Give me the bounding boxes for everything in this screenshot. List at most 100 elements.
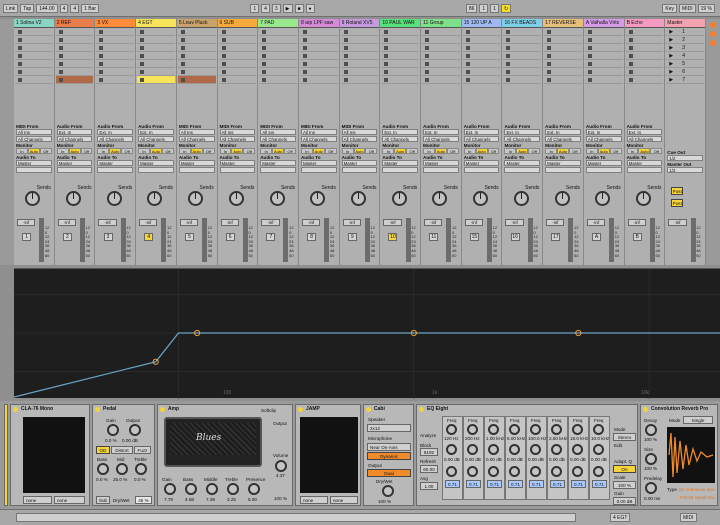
audio-to-channel[interactable] — [545, 167, 581, 173]
device-title[interactable]: Pedal — [93, 405, 154, 414]
audio-to-select[interactable]: Master — [626, 160, 663, 166]
clip-slot[interactable] — [137, 52, 175, 60]
clip-slot[interactable] — [177, 52, 216, 60]
monitor-auto-button[interactable]: Auto — [68, 148, 81, 154]
signature-denominator[interactable]: 4 — [70, 3, 80, 13]
monitor-off-button[interactable]: Off — [39, 148, 52, 154]
track-activator-button[interactable]: 17 — [551, 233, 561, 241]
eq-avg-field[interactable]: 1.00 — [420, 482, 438, 490]
input-type-select[interactable]: Ext. In — [463, 129, 500, 135]
clip-slot[interactable] — [462, 44, 501, 52]
audio-to-select[interactable]: Master — [219, 160, 256, 166]
clip-slot[interactable] — [259, 68, 297, 76]
eq-band-q-value[interactable]: 0.71 — [592, 480, 607, 488]
input-type-select[interactable]: Ext. In — [504, 129, 541, 135]
track-activator-button[interactable]: 3 — [103, 233, 113, 241]
send-a-knob[interactable] — [513, 191, 529, 206]
audio-to-channel[interactable] — [423, 167, 459, 173]
volume-field[interactable]: -inf — [301, 219, 321, 226]
audio-to-select[interactable]: Master — [56, 160, 93, 166]
clip-slot[interactable] — [462, 28, 501, 36]
amp-knob[interactable] — [248, 483, 260, 495]
eq-refresh-field[interactable]: 60.00 — [420, 465, 438, 473]
audio-to-select[interactable]: Master — [341, 160, 378, 166]
clip-slot[interactable] — [544, 28, 582, 36]
eq-band-q-knob[interactable] — [572, 466, 583, 477]
pedal-treble-knob[interactable] — [135, 463, 147, 475]
clip-slot[interactable] — [462, 36, 501, 44]
input-type-select[interactable]: Ext. In — [545, 129, 581, 135]
audio-to-select[interactable]: Master — [260, 160, 296, 166]
eq-band-freq-knob[interactable] — [593, 424, 604, 435]
cab-drywet-knob[interactable] — [382, 485, 394, 497]
cab-dynamic-button[interactable]: Dynamic — [367, 452, 411, 460]
clip-slot[interactable] — [625, 76, 664, 84]
audio-to-channel[interactable] — [260, 167, 296, 173]
signature-numerator[interactable]: 4 — [59, 3, 69, 13]
clip-slot[interactable] — [503, 44, 542, 52]
audio-to-select[interactable]: Master — [504, 160, 541, 166]
clip-slot[interactable] — [462, 68, 501, 76]
clip-slot[interactable] — [544, 76, 582, 84]
input-type-select[interactable]: All Ins — [178, 129, 215, 135]
clip-slot[interactable] — [422, 44, 460, 52]
loop-sixteenth-field[interactable]: 1 — [490, 3, 499, 13]
input-channel-select[interactable]: All Channels — [260, 136, 296, 142]
eq-band-q-knob[interactable] — [467, 466, 478, 477]
monitor-in-button[interactable]: In — [97, 148, 110, 154]
clip-slot[interactable] — [422, 68, 460, 76]
jamp-select-2[interactable]: none — [330, 496, 358, 504]
clip-slot[interactable] — [503, 68, 542, 76]
scene-launch[interactable]: ▶ 7 — [666, 76, 704, 84]
audio-to-select[interactable]: Master — [545, 160, 581, 166]
track-activator-button[interactable]: 7 — [266, 233, 276, 241]
scene-launch[interactable]: ▶ 5 — [666, 60, 704, 68]
audio-to-channel[interactable] — [382, 167, 419, 173]
clip-slot[interactable] — [340, 60, 379, 68]
send-a-knob[interactable] — [106, 191, 122, 206]
conv-decay-knob[interactable] — [645, 424, 657, 436]
clip-slot[interactable] — [422, 52, 460, 60]
clip-slot[interactable] — [422, 76, 460, 84]
clip-slot[interactable] — [218, 68, 257, 76]
tap-button[interactable]: Tap — [20, 3, 35, 13]
pedal-mid-knob[interactable] — [116, 463, 128, 475]
monitor-in-button[interactable]: In — [219, 148, 232, 154]
clip-slot[interactable] — [259, 36, 297, 44]
track-activator-button[interactable]: 11 — [429, 233, 439, 241]
clip-slot[interactable] — [299, 60, 338, 68]
audio-to-channel[interactable] — [178, 167, 215, 173]
monitor-auto-button[interactable]: Auto — [312, 148, 325, 154]
clip-slot[interactable] — [381, 44, 420, 52]
track-activator-button[interactable]: 2 — [62, 233, 72, 241]
clip-slot[interactable] — [259, 52, 297, 60]
track-title[interactable]: 7 PAD — [258, 19, 298, 28]
track-title[interactable]: 11 Group — [421, 19, 461, 28]
eq-band-gain-knob[interactable] — [509, 444, 520, 455]
track-title[interactable]: 2 REF — [54, 19, 95, 28]
input-type-select[interactable]: Ext. In — [56, 129, 93, 135]
clip-slot[interactable] — [584, 60, 623, 68]
volume-field[interactable]: -inf — [220, 219, 239, 226]
volume-field[interactable]: -inf — [342, 219, 361, 226]
monitor-auto-button[interactable]: Auto — [27, 148, 40, 154]
track-title[interactable]: 16 FX BEADS — [502, 19, 543, 28]
clip-slot[interactable] — [96, 60, 135, 68]
eq-band-q-value[interactable]: 0.71 — [529, 480, 544, 488]
eq-band-freq-knob[interactable] — [509, 424, 520, 435]
clip-slot[interactable] — [340, 44, 379, 52]
eq-band-gain-knob[interactable] — [446, 444, 457, 455]
quantization-select[interactable]: 1 Bar — [81, 3, 100, 13]
clip-slot[interactable] — [625, 60, 664, 68]
clip-slot[interactable] — [340, 68, 379, 76]
device-title[interactable]: EQ Eight — [417, 405, 637, 414]
audio-to-channel[interactable] — [463, 167, 500, 173]
input-channel-select[interactable]: All Channels — [626, 136, 663, 142]
eq-band-q-knob[interactable] — [509, 466, 520, 477]
clip-slot[interactable] — [584, 68, 623, 76]
pedal-sub-button[interactable]: Sub — [96, 496, 110, 504]
input-type-select[interactable]: Ext. In — [138, 129, 174, 135]
clip-slot[interactable] — [15, 52, 53, 60]
record-icon[interactable]: ● — [305, 3, 315, 13]
track-title[interactable]: 10 PAUL WAR — [380, 19, 421, 28]
